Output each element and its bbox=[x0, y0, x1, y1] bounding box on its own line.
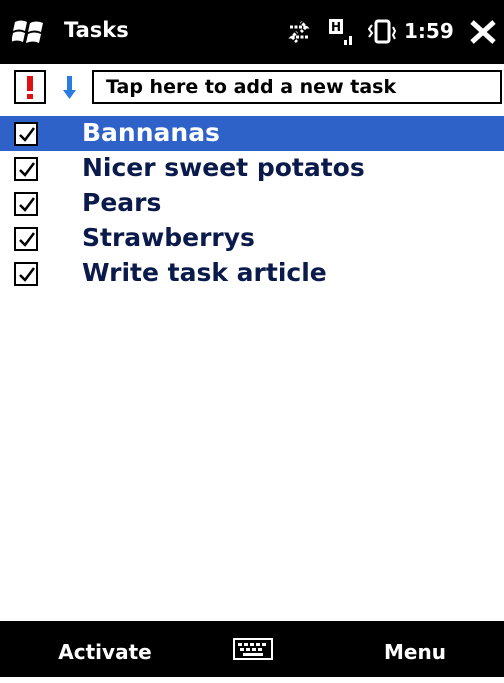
task-checkbox[interactable] bbox=[14, 262, 38, 286]
task-label: Pears bbox=[82, 188, 162, 217]
signal-icon[interactable]: H bbox=[326, 16, 356, 48]
checkmark-icon bbox=[19, 127, 35, 142]
app-title: Tasks bbox=[64, 18, 129, 42]
task-row[interactable]: Bannanas bbox=[0, 116, 504, 151]
windows-logo-icon[interactable] bbox=[12, 18, 46, 46]
menu-softkey[interactable]: Menu bbox=[350, 621, 480, 677]
activate-softkey[interactable]: Activate bbox=[40, 621, 170, 677]
task-label: Write task article bbox=[82, 258, 327, 287]
task-toolbar: Tap here to add a new task bbox=[0, 66, 504, 108]
task-row[interactable]: Pears bbox=[0, 186, 504, 221]
task-checkbox[interactable] bbox=[14, 192, 38, 216]
checkmark-icon bbox=[19, 267, 35, 282]
high-priority-button[interactable] bbox=[14, 70, 46, 104]
task-checkbox[interactable] bbox=[14, 122, 38, 146]
checkmark-icon bbox=[19, 197, 35, 212]
add-task-input[interactable]: Tap here to add a new task bbox=[92, 70, 502, 104]
task-list: Bannanas Nicer sweet potatos Pears Straw… bbox=[0, 116, 504, 291]
low-priority-button[interactable] bbox=[52, 70, 86, 104]
down-arrow-icon bbox=[63, 76, 76, 99]
task-row[interactable]: Nicer sweet potatos bbox=[0, 151, 504, 186]
checkmark-icon bbox=[19, 232, 35, 247]
task-label: Strawberrys bbox=[82, 223, 255, 252]
svg-text:H: H bbox=[331, 20, 341, 34]
keyboard-icon[interactable] bbox=[232, 637, 274, 661]
task-row[interactable]: Strawberrys bbox=[0, 221, 504, 256]
task-checkbox[interactable] bbox=[14, 227, 38, 251]
exclamation-icon bbox=[27, 76, 33, 99]
close-icon[interactable] bbox=[466, 16, 500, 48]
vibrate-icon[interactable] bbox=[368, 17, 396, 47]
connectivity-icon[interactable] bbox=[284, 18, 314, 46]
clock[interactable]: 1:59 bbox=[404, 19, 454, 43]
task-checkbox[interactable] bbox=[14, 157, 38, 181]
title-bar: Tasks H 1:59 bbox=[0, 0, 504, 64]
checkmark-icon bbox=[19, 162, 35, 177]
task-label: Nicer sweet potatos bbox=[82, 153, 365, 182]
task-label: Bannanas bbox=[82, 118, 220, 147]
task-row[interactable]: Write task article bbox=[0, 256, 504, 291]
menu-bar: Activate Menu bbox=[0, 621, 504, 677]
